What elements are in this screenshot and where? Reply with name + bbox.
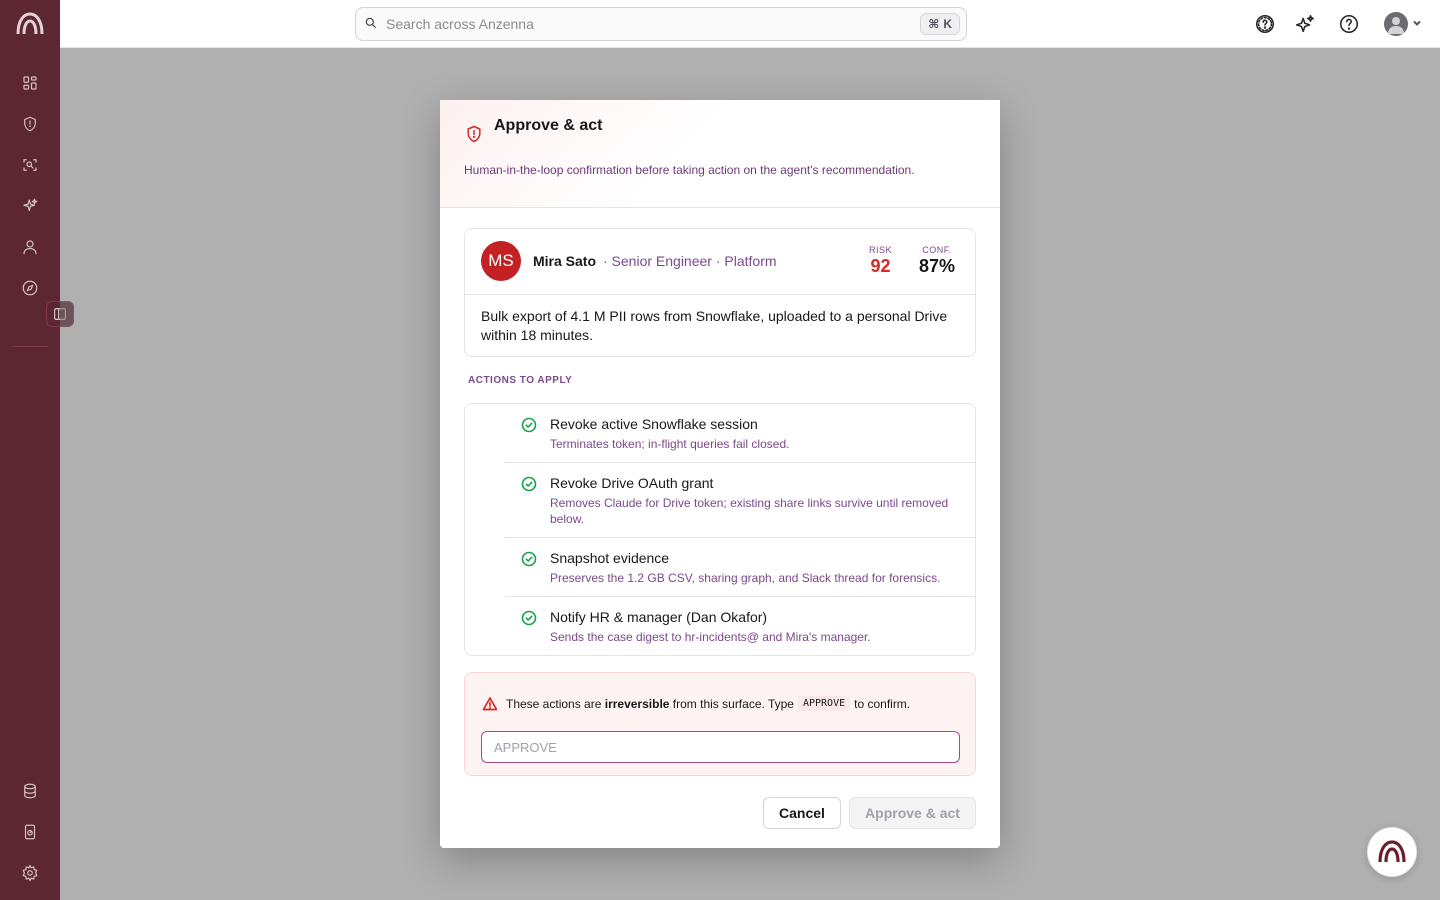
cancel-button[interactable]: Cancel <box>763 797 841 829</box>
risk-label: RISK <box>869 245 893 255</box>
irreversible-warning: These actions are irreversible from this… <box>464 672 976 776</box>
user-icon[interactable] <box>19 236 41 258</box>
subject-name: Mira Sato <box>533 253 597 269</box>
confirm-code: APPROVE <box>797 696 851 711</box>
assistant-launcher-button[interactable] <box>1367 827 1417 877</box>
confidence-score: CONF. 87% <box>919 245 955 277</box>
search-bar[interactable]: ⌘ K <box>355 7 967 41</box>
chevron-down-icon <box>1412 15 1422 33</box>
action-description: Sends the case digest to hr-incidents@ a… <box>550 630 871 644</box>
list-item: Snapshot evidence Preserves the 1.2 GB C… <box>505 538 976 597</box>
command-key-icon: ⌘ <box>928 17 940 31</box>
sidebar-divider <box>12 346 48 347</box>
warning-emphasis: irreversible <box>604 696 670 711</box>
action-title: Revoke Drive OAuth grant <box>550 475 714 491</box>
risk-value: 92 <box>870 256 891 276</box>
check-circle-icon <box>521 551 537 567</box>
scan-icon[interactable] <box>19 154 41 176</box>
user-menu-button[interactable] <box>1384 12 1422 36</box>
dialog-subtitle: Human-in-the-loop confirmation before ta… <box>464 163 915 177</box>
action-description: Preserves the 1.2 GB CSV, sharing graph,… <box>550 571 941 585</box>
subject-header: MS Mira Sato · Senior Engineer · Platfor… <box>465 229 975 295</box>
dialog-title: Approve & act <box>494 117 603 134</box>
sidebar <box>0 0 74 900</box>
check-circle-icon <box>521 417 537 433</box>
action-title: Snapshot evidence <box>550 550 670 566</box>
help-circle-icon[interactable] <box>1253 12 1277 36</box>
list-item: Revoke active Snowflake session Terminat… <box>505 404 976 463</box>
action-title: Revoke active Snowflake session <box>550 416 758 432</box>
database-icon[interactable] <box>19 780 41 802</box>
warning-triangle-icon <box>482 696 498 712</box>
avatar <box>1384 12 1408 36</box>
shield-alert-icon <box>464 124 484 144</box>
top-bar: ⌘ K <box>60 0 1440 48</box>
warning-suffix: to confirm. <box>854 696 911 711</box>
approve-act-button[interactable]: Approve & act <box>849 797 976 829</box>
avatar: MS <box>481 241 521 281</box>
shield-icon[interactable] <box>19 113 41 135</box>
search-icon <box>364 16 380 32</box>
shortcut-badge: ⌘ K <box>920 13 960 35</box>
compass-icon[interactable] <box>19 277 41 299</box>
device-icon[interactable] <box>19 821 41 843</box>
approve-dialog: Approve & act Human-in-the-loop confirma… <box>440 100 1000 848</box>
subject-role: · Senior Engineer · Platform <box>603 253 777 269</box>
search-input[interactable] <box>386 16 921 32</box>
action-description: Terminates token; in-flight queries fail… <box>550 437 790 451</box>
shortcut-key: K <box>943 17 952 31</box>
check-circle-icon <box>521 610 537 626</box>
actions-section-label: ACTIONS TO APPLY <box>468 375 573 386</box>
list-item: Notify HR & manager (Dan Okafor) Sends t… <box>505 597 976 655</box>
confidence-value: 87% <box>919 256 956 276</box>
dialog-header: Approve & act Human-in-the-loop confirma… <box>440 100 1000 208</box>
warning-middle: from this surface. Type <box>672 696 794 711</box>
confidence-label: CONF. <box>922 245 952 255</box>
gear-icon[interactable] <box>19 862 41 884</box>
subject-card: MS Mira Sato · Senior Engineer · Platfor… <box>464 228 976 357</box>
actions-list: Revoke active Snowflake session Terminat… <box>464 403 976 656</box>
anzenna-logo-icon[interactable] <box>14 10 46 38</box>
action-title: Notify HR & manager (Dan Okafor) <box>550 609 768 625</box>
incident-description: Bulk export of 4.1 M PII rows from Snowf… <box>481 308 948 343</box>
risk-score: RISK 92 <box>869 245 892 277</box>
list-item: Revoke Drive OAuth grant Removes Claude … <box>505 463 976 538</box>
warning-text: These actions are irreversible from this… <box>506 696 910 711</box>
sparkles-icon[interactable] <box>1293 12 1317 36</box>
check-circle-icon <box>521 476 537 492</box>
confirm-input[interactable] <box>481 731 960 763</box>
dashboard-icon[interactable] <box>19 72 41 94</box>
sparkles-icon[interactable] <box>19 195 41 217</box>
help-icon[interactable] <box>1337 12 1361 36</box>
anzenna-logo-icon <box>1378 840 1406 863</box>
action-description: Removes Claude for Drive token; existing… <box>550 496 949 526</box>
warning-prefix: These actions are <box>506 696 602 711</box>
